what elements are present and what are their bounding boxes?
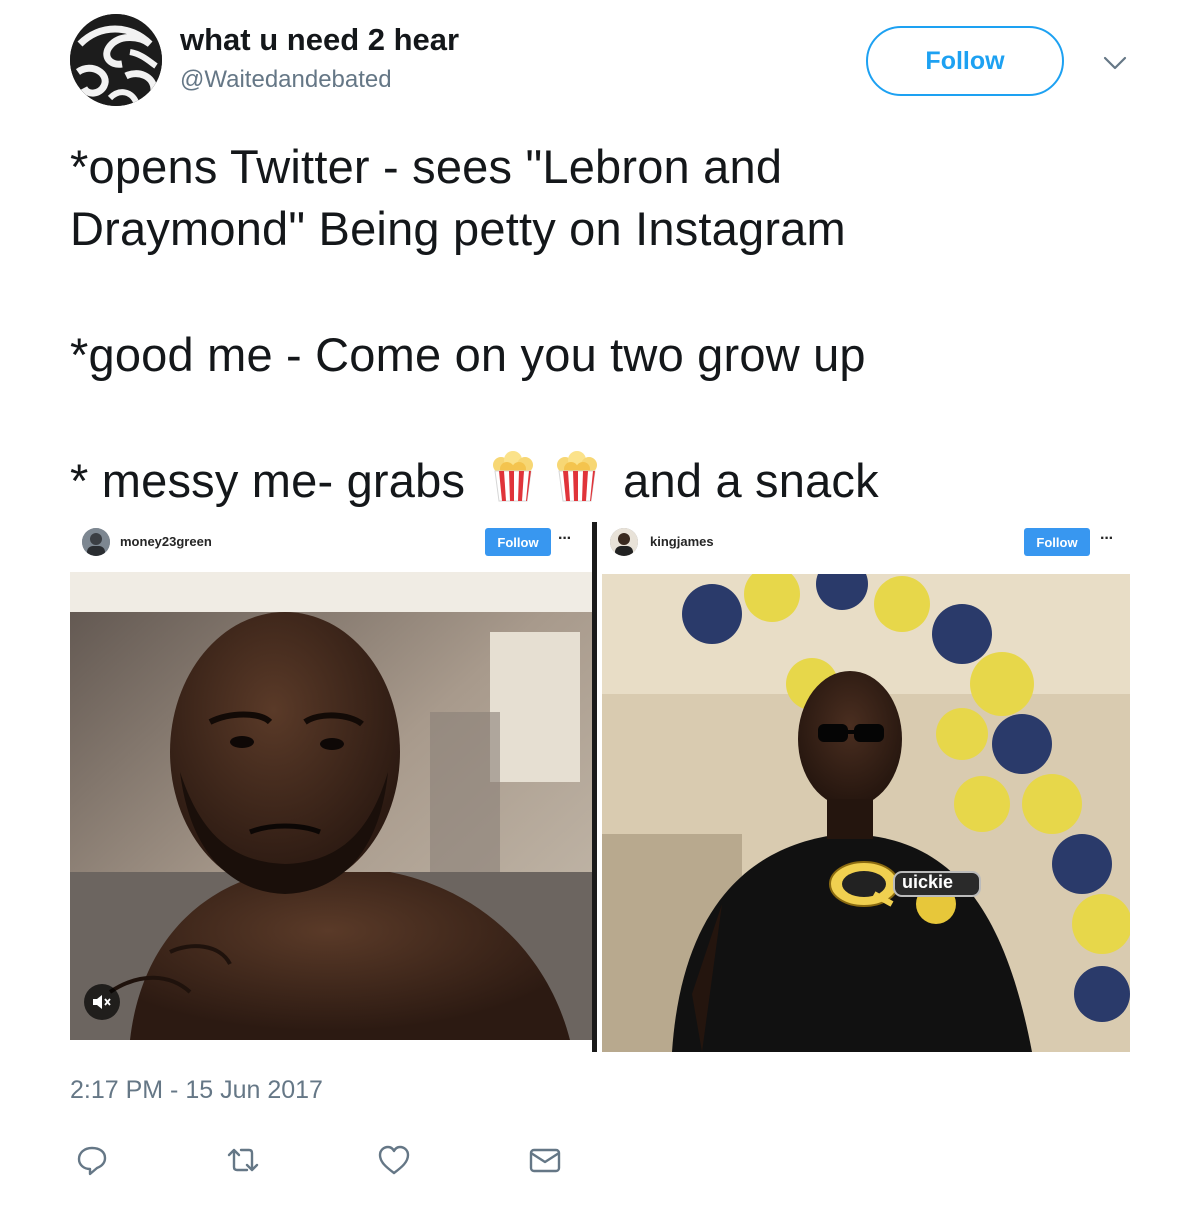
profile-avatar[interactable] — [70, 14, 162, 106]
chevron-down-icon[interactable] — [1098, 48, 1132, 78]
ig-post-header: kingjames Follow ··· — [598, 518, 1130, 570]
display-name[interactable]: what u need 2 hear — [180, 22, 459, 58]
ig-follow-button: Follow — [1024, 528, 1090, 556]
ig-avatar — [82, 528, 110, 556]
ig-avatar — [610, 528, 638, 556]
tweet-line: * messy me- grabs — [70, 454, 466, 507]
more-icon: ··· — [1100, 530, 1114, 547]
user-handle[interactable]: @Waitedandebated — [180, 66, 392, 94]
envelope-icon[interactable] — [523, 1138, 567, 1182]
tweet-text: *opens Twitter - sees "Lebron and Draymo… — [70, 136, 1150, 512]
heart-icon[interactable] — [372, 1138, 416, 1182]
ig-username: money23green — [120, 534, 212, 549]
more-icon: ··· — [558, 530, 572, 547]
reply-icon[interactable] — [70, 1138, 114, 1182]
tweet-timestamp[interactable]: 2:17 PM - 15 Jun 2017 — [70, 1076, 323, 1105]
mute-icon — [84, 984, 120, 1020]
tweet-line: *good me - Come on you two grow up — [70, 328, 866, 381]
avatar-swirl-pattern — [70, 14, 162, 106]
media-image-right[interactable]: kingjames Follow ··· uickie — [598, 518, 1130, 1052]
popcorn-icon — [551, 451, 603, 503]
shirt-logo-text: uickie — [902, 872, 954, 892]
retweet-icon[interactable] — [221, 1138, 265, 1182]
ig-username: kingjames — [650, 534, 714, 549]
tweet-action-bar — [70, 1138, 590, 1182]
image-divider — [592, 522, 597, 1052]
tweet-line: *opens Twitter - sees "Lebron and — [70, 140, 783, 193]
media-image-left[interactable]: money23green Follow ··· — [70, 518, 592, 1040]
ig-post-header: money23green Follow ··· — [70, 518, 592, 570]
popcorn-icon — [487, 451, 539, 503]
shirt-logo: uickie — [824, 860, 984, 908]
photo-parade: uickie — [602, 574, 1130, 1052]
tweet-line-with-emoji: * messy me- grabs and a snack — [70, 450, 1150, 512]
photo-locker-room — [70, 572, 592, 1040]
tweet-line: Draymond" Being petty on Instagram — [70, 202, 846, 255]
tweet-line: and a snack — [623, 454, 879, 507]
ig-follow-button: Follow — [485, 528, 551, 556]
follow-button[interactable]: Follow — [866, 26, 1064, 96]
